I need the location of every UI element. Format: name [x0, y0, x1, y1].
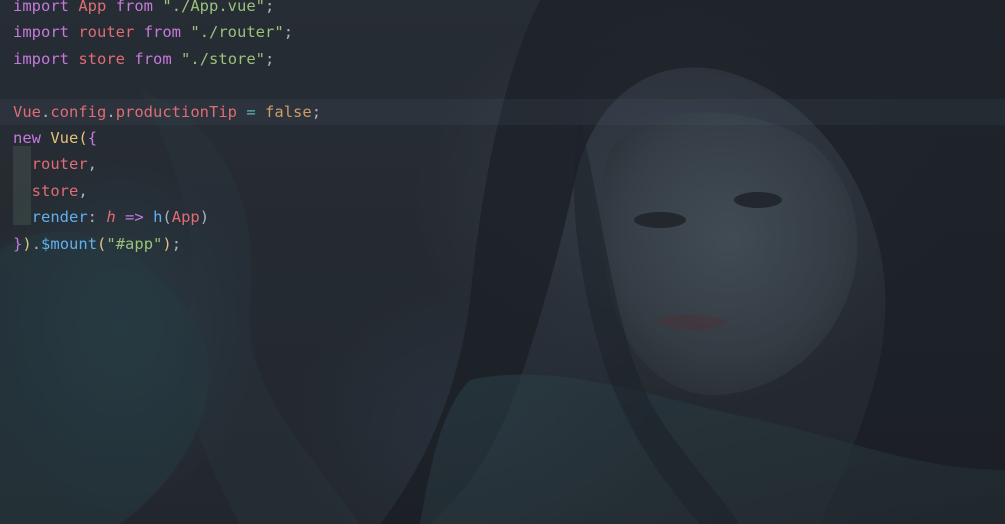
code-token: render: [31, 208, 88, 227]
code-token: ;: [311, 102, 322, 121]
code-token: =: [246, 102, 256, 121]
code-token: import: [13, 23, 69, 42]
code-token: (: [162, 208, 172, 227]
code-token: store: [78, 49, 126, 68]
code-token: ): [199, 208, 210, 227]
code-token: productionTip: [115, 102, 238, 121]
code-token: ): [162, 234, 172, 253]
code-token: {: [87, 128, 98, 147]
code-token: Vue: [50, 128, 79, 147]
code-token: router: [78, 23, 135, 42]
code-line[interactable]: router,: [13, 151, 321, 177]
code-token: import: [13, 0, 69, 15]
code-token: from: [134, 49, 172, 68]
code-token: store: [31, 181, 79, 200]
code-token: from: [115, 0, 154, 15]
code-token: import: [13, 49, 69, 68]
code-token: ;: [265, 0, 275, 15]
code-token: ,: [78, 181, 88, 200]
code-token: router: [31, 155, 88, 174]
code-token: App: [78, 0, 107, 15]
code-line[interactable]: Vue.config.productionTip = false;: [13, 99, 321, 125]
code-token: =>: [125, 208, 144, 227]
code-token: new: [13, 128, 41, 147]
code-line[interactable]: import store from "./store";: [13, 46, 321, 72]
code-token: ;: [171, 234, 182, 253]
code-line[interactable]: }).$mount("#app");: [13, 231, 321, 257]
code-token: "./router": [190, 23, 284, 42]
code-token: config: [50, 102, 107, 121]
code-token: .: [31, 234, 42, 253]
code-token: ;: [283, 23, 294, 42]
code-token: "#app": [106, 234, 163, 253]
code-token: "./store": [181, 49, 266, 68]
code-token: h: [106, 208, 116, 227]
code-token: }: [13, 234, 23, 253]
code-line[interactable]: render: h => h(App): [13, 204, 321, 230]
code-token: "./App.vue": [162, 0, 266, 15]
code-editor-window[interactable]: import App from "./App.vue"; import route…: [0, 0, 1005, 524]
code-token: $mount: [41, 234, 98, 253]
code-token: from: [143, 23, 182, 42]
code-token: h: [153, 208, 163, 227]
code-line[interactable]: store,: [13, 178, 321, 204]
code-line[interactable]: [13, 72, 321, 98]
code-token: ;: [265, 49, 275, 68]
code-token: .: [41, 102, 51, 121]
code-token: (: [97, 234, 107, 253]
code-token: ,: [87, 155, 98, 174]
code-text-area[interactable]: import App from "./App.vue"; import route…: [13, 0, 321, 257]
code-line[interactable]: new Vue({: [13, 125, 321, 151]
code-token: App: [171, 208, 200, 227]
code-token: ): [22, 234, 32, 253]
code-token: (: [78, 128, 88, 147]
code-token: false: [265, 102, 312, 121]
code-line[interactable]: import App from "./App.vue";: [13, 0, 321, 19]
code-token: .: [106, 102, 116, 121]
code-token: Vue: [13, 102, 41, 121]
code-token: :: [87, 208, 98, 227]
code-line[interactable]: import router from "./router";: [13, 19, 321, 45]
